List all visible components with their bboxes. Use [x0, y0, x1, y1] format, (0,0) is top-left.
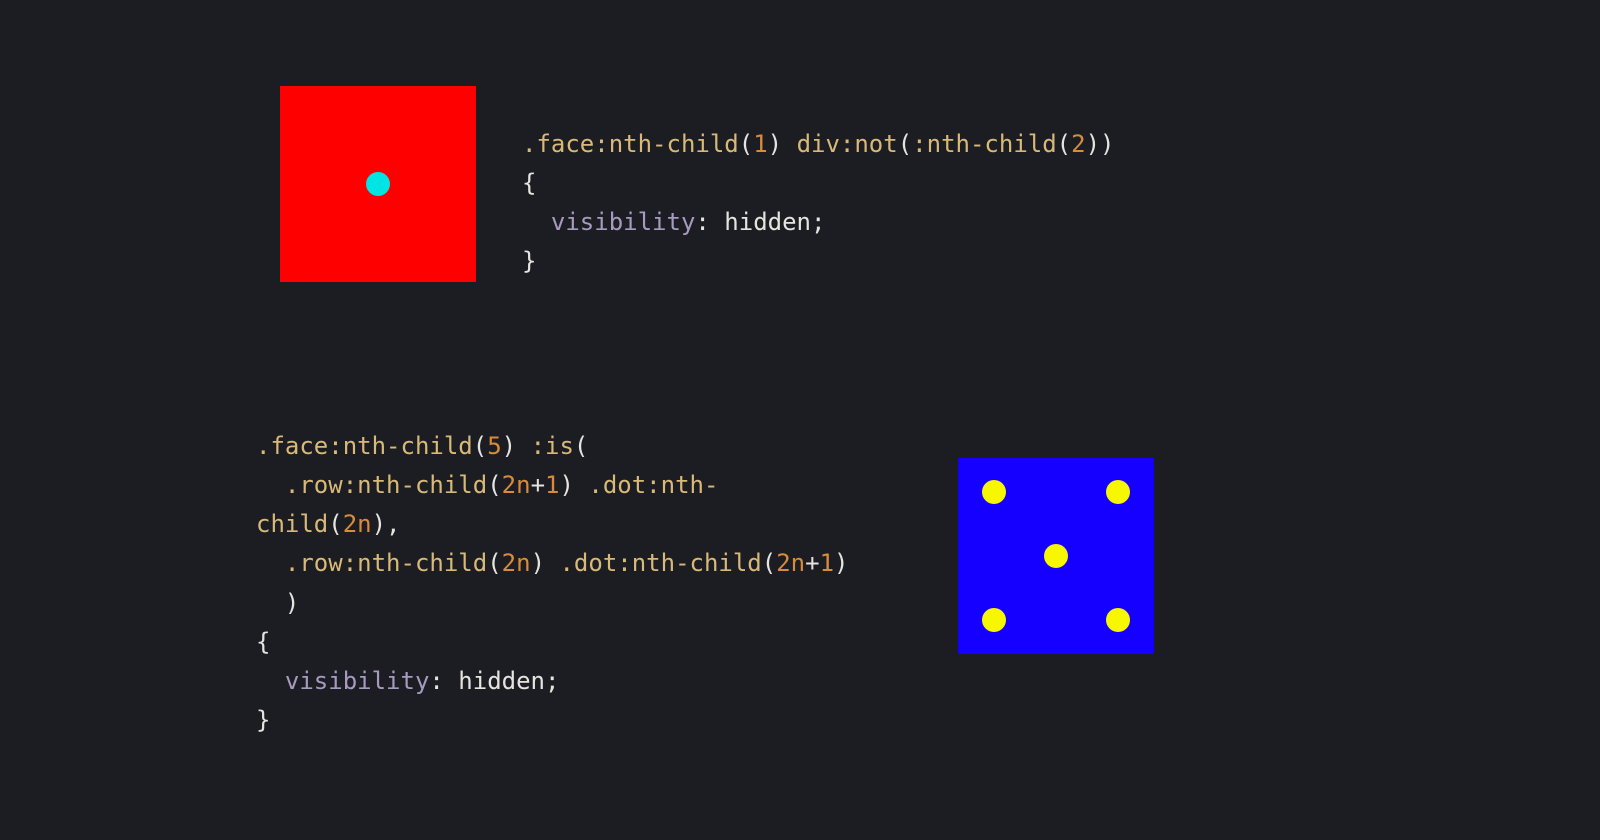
code-token: )	[559, 471, 588, 499]
code-token: )	[502, 432, 531, 460]
code-token: {	[256, 628, 270, 656]
code-token	[256, 667, 285, 695]
code-token: 1	[545, 471, 559, 499]
code-token: visibility	[285, 667, 430, 695]
code-token: .dot:nth-child	[559, 549, 761, 577]
code-token: {	[522, 169, 536, 197]
example-1: .face:nth-child(1) div:not(:nth-child(2)…	[280, 86, 1114, 321]
code-block-1: .face:nth-child(1) div:not(:nth-child(2)…	[522, 86, 1114, 321]
code-token: 2n	[343, 510, 372, 538]
code-token: 5	[487, 432, 501, 460]
dice-face-5	[958, 458, 1154, 654]
dice-dot	[1106, 608, 1130, 632]
code-token: (	[473, 432, 487, 460]
dice-dot	[1044, 544, 1068, 568]
code-token: (	[328, 510, 342, 538]
code-token: :nth-child	[912, 130, 1057, 158]
code-token	[522, 208, 551, 236]
code-token: (	[739, 130, 753, 158]
dice-face-1	[280, 86, 476, 282]
code-token: child	[256, 510, 328, 538]
code-token: .dot:nth-	[588, 471, 718, 499]
code-token: 2n	[502, 471, 531, 499]
code-token: }	[522, 247, 536, 275]
code-token: 2n	[502, 549, 531, 577]
code-token: .face:nth-child	[522, 130, 739, 158]
code-token: ))	[1086, 130, 1115, 158]
dice-dot	[982, 480, 1006, 504]
code-token: 2n	[776, 549, 805, 577]
code-token: 1	[820, 549, 834, 577]
code-token: (	[574, 432, 588, 460]
code-token: )	[834, 549, 848, 577]
dice-dot	[366, 172, 390, 196]
code-token: 2	[1071, 130, 1085, 158]
code-token: : hidden;	[695, 208, 825, 236]
code-token: )	[768, 130, 797, 158]
code-token: :is	[531, 432, 574, 460]
code-token: (	[487, 471, 501, 499]
code-token: (	[898, 130, 912, 158]
code-token: visibility	[551, 208, 696, 236]
code-block-2: .face:nth-child(5) :is( .row:nth-child(2…	[256, 388, 848, 779]
code-token: 1	[753, 130, 767, 158]
example-2: .face:nth-child(5) :is( .row:nth-child(2…	[256, 388, 1154, 779]
code-token	[256, 471, 285, 499]
code-token: .face:nth-child	[256, 432, 473, 460]
code-token: +	[805, 549, 819, 577]
code-token: )	[531, 549, 560, 577]
code-token: (	[1057, 130, 1071, 158]
code-token	[256, 549, 285, 577]
code-token: )	[256, 589, 299, 617]
code-token: .row:nth-child	[285, 549, 487, 577]
dice-row	[982, 480, 1130, 504]
dice-row	[982, 544, 1130, 568]
code-token: ),	[372, 510, 401, 538]
code-token: (	[762, 549, 776, 577]
dice-dot	[982, 608, 1006, 632]
code-token: (	[487, 549, 501, 577]
code-token: .row:nth-child	[285, 471, 487, 499]
dice-row	[982, 608, 1130, 632]
code-token: : hidden;	[429, 667, 559, 695]
dice-dot	[1106, 480, 1130, 504]
code-token: }	[256, 706, 270, 734]
code-token: div:not	[797, 130, 898, 158]
code-token: +	[531, 471, 545, 499]
